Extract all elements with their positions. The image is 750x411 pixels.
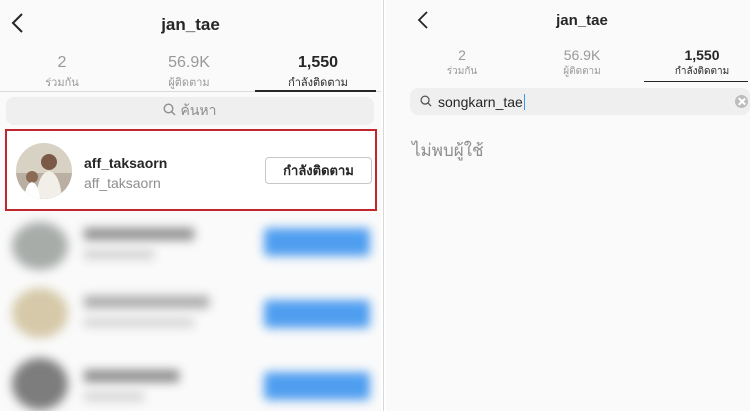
followers-count: 56.9K [563, 47, 601, 63]
search-input[interactable]: songkarn_tae [410, 88, 750, 115]
page-title: jan_tae [161, 15, 220, 34]
tab-followers[interactable]: 56.9K ผู้ติดตาม [550, 47, 614, 79]
mutual-count: 2 [57, 54, 67, 71]
tab-mutual[interactable]: 2 ร่วมกัน [430, 47, 494, 79]
following-list-panel: jan_tae 2 ร่วมกัน 56.9K ผู้ติดตาม 1,550 … [0, 0, 381, 411]
tab-following[interactable]: 1,550 กำลังติดตาม [660, 47, 744, 79]
username[interactable]: aff_taksaorn [84, 155, 167, 171]
follow-button[interactable] [264, 372, 370, 400]
search-icon [163, 103, 176, 121]
avatar [12, 222, 68, 270]
search-icon [420, 94, 432, 112]
list-item[interactable] [0, 212, 381, 276]
followers-label: ผู้ติดตาม [168, 77, 210, 89]
list-item[interactable] [0, 280, 381, 344]
active-tab-indicator [255, 90, 376, 92]
text-cursor [523, 93, 525, 110]
followers-label: ผู้ติดตาม [563, 66, 601, 77]
following-button[interactable]: กำลังติดตาม [265, 157, 372, 184]
highlighted-user-row[interactable]: aff_taksaorn aff_taksaorn กำลังติดตาม [5, 129, 377, 211]
clear-icon[interactable] [735, 95, 748, 108]
full-name: aff_taksaorn [84, 175, 161, 191]
followers-count: 56.9K [168, 54, 210, 71]
mutual-label: ร่วมกัน [45, 77, 79, 89]
following-count: 1,550 [684, 47, 720, 63]
mutual-label: ร่วมกัน [446, 66, 478, 77]
tab-mutual[interactable]: 2 ร่วมกัน [22, 54, 102, 91]
following-label: กำลังติดตาม [288, 77, 348, 89]
blurred-name [84, 392, 144, 401]
avatar[interactable] [16, 143, 72, 199]
blurred-name [84, 250, 154, 259]
active-tab-indicator [644, 81, 748, 82]
mutual-count: 2 [458, 47, 466, 63]
page-title: jan_tae [556, 12, 608, 29]
following-label: กำลังติดตาม [674, 66, 730, 77]
blurred-username [84, 228, 194, 240]
search-results-panel: jan_tae 2 ร่วมกัน 56.9K ผู้ติดตาม 1,550 … [386, 0, 750, 411]
search-placeholder: ค้นหา [180, 102, 217, 118]
tab-followers[interactable]: 56.9K ผู้ติดตาม [149, 54, 229, 91]
search-query: songkarn_tae [438, 93, 523, 110]
blurred-name [84, 318, 194, 327]
list-item[interactable] [0, 352, 381, 411]
follow-button[interactable] [264, 228, 370, 256]
follow-button[interactable] [264, 300, 370, 328]
search-input[interactable]: ค้นหา [6, 97, 374, 125]
following-count: 1,550 [297, 54, 339, 71]
avatar [12, 288, 68, 338]
tab-following[interactable]: 1,550 กำลังติดตาม [266, 54, 370, 91]
empty-state-message: ไม่พบผู้ใช้ [412, 141, 484, 160]
blurred-username [84, 370, 179, 382]
blurred-username [84, 296, 209, 308]
avatar [12, 358, 68, 410]
